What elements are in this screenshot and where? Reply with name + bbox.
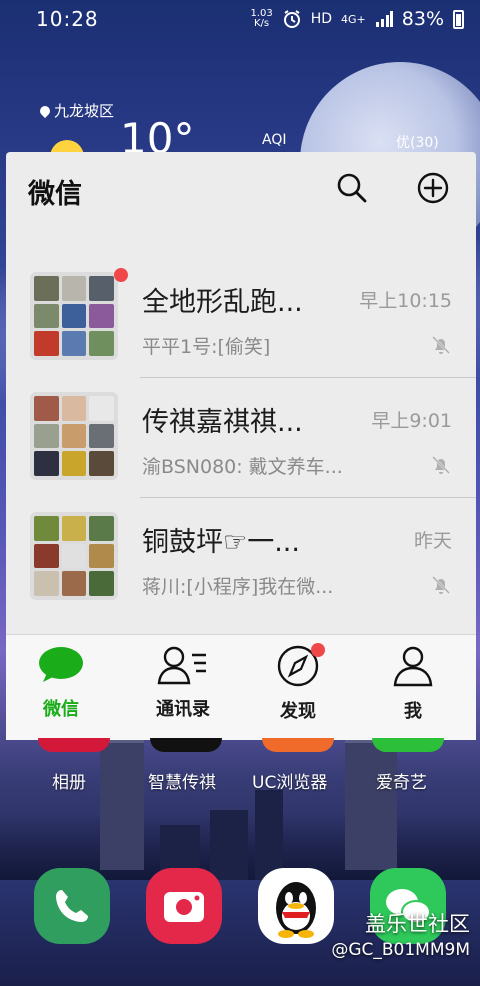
avatar-tile (34, 396, 59, 421)
battery-icon (453, 9, 464, 29)
status-bar: 10:28 1.03 K/s HD 4G+ 83% (0, 0, 480, 38)
wechat-widget: 微信 全地形乱跑... 早上10:15 平平1号:[偷笑] 传祺嘉祺祺... 早… (6, 152, 476, 740)
aqi-value: 优(30) (396, 135, 439, 151)
search-icon[interactable] (336, 172, 368, 204)
app-label[interactable]: 智慧传祺 (148, 768, 216, 793)
app-label[interactable]: 爱奇艺 (376, 768, 427, 793)
mute-bell-icon (432, 456, 450, 474)
avatar-tile (89, 543, 114, 569)
mute-bell-icon (432, 576, 450, 594)
chat-time: 早上9:01 (371, 410, 452, 432)
avatar-tile (61, 423, 87, 449)
camera-icon (164, 892, 204, 922)
avatar-tile (61, 303, 87, 329)
tab-label: 通讯录 (156, 699, 210, 720)
widget-title[interactable]: 微信 (28, 172, 82, 211)
tab-label: 微信 (43, 699, 79, 720)
avatar-tile (89, 331, 114, 356)
avatar-tile (34, 276, 59, 301)
weather-temperature[interactable]: 10° (120, 118, 194, 152)
avatar-tile (34, 423, 59, 449)
app-icon-smart-trumpchi[interactable] (150, 738, 222, 752)
tab-label: 发现 (280, 701, 316, 722)
network-speed: 1.03 K/s (250, 9, 272, 29)
chat-last-message: 蒋川:[小程序]我在微... (142, 576, 334, 598)
mute-bell-icon (432, 336, 450, 354)
avatar-tile (89, 303, 114, 329)
phone-icon (56, 890, 88, 922)
avatar-tile (61, 451, 87, 476)
signal-type: 4G+ (341, 12, 366, 26)
avatar-tile (89, 396, 114, 421)
avatar-tile (61, 543, 87, 569)
app-icon-uc-browser[interactable] (262, 738, 334, 752)
tab-label: 我 (404, 701, 422, 722)
watermark: 盖乐世社区 @GC_B01MM9M (300, 908, 470, 960)
widget-header: 微信 (6, 152, 476, 232)
network-speed-unit: K/s (254, 18, 270, 29)
chat-name: 全地形乱跑... (142, 287, 303, 318)
group-avatar (30, 272, 118, 360)
chat-time: 昨天 (413, 530, 452, 552)
avatar-tile (89, 276, 114, 301)
weather-location-label: 九龙坡区 (54, 102, 115, 120)
wallpaper-building (255, 790, 283, 880)
avatar-tile (89, 451, 114, 476)
group-avatar (30, 512, 118, 600)
avatar-tile (61, 276, 87, 301)
tab-me[interactable]: 我 (358, 645, 468, 737)
chat-last-message: 渝BSN080: 戴文养车... (142, 456, 343, 478)
location-pin-icon (37, 103, 53, 118)
weather-location[interactable]: 九龙坡区 (37, 100, 115, 121)
app-label[interactable]: 相册 (52, 768, 86, 793)
avatar-tile (61, 571, 87, 596)
avatar-tile (61, 396, 87, 421)
avatar-tile (34, 451, 59, 476)
alarm-icon (283, 10, 300, 28)
avatar-tile (61, 331, 87, 356)
person-icon (393, 646, 433, 687)
app-label[interactable]: UC浏览器 (252, 768, 327, 793)
dock-phone-icon[interactable] (34, 868, 110, 944)
tab-discover[interactable]: 发现 (243, 643, 353, 737)
tab-contacts[interactable]: 通讯录 (128, 645, 238, 737)
contacts-icon (157, 646, 206, 685)
dock-camera-icon[interactable] (146, 868, 222, 944)
avatar-tile (89, 516, 114, 541)
discover-badge (311, 643, 325, 657)
watermark-user: @GC_B01MM9M (331, 940, 470, 960)
avatar-tile (61, 516, 87, 541)
chat-name: 铜鼓坪☞一... (142, 527, 300, 558)
watermark-brand: 盖乐世社区 (365, 912, 470, 936)
bottom-tab-bar: 微信 通讯录 发现 我 (6, 634, 476, 740)
battery-percent: 83% (401, 8, 444, 30)
chat-time: 早上10:15 (359, 290, 452, 312)
avatar-tile (89, 423, 114, 449)
chat-row[interactable]: 铜鼓坪☞一... 昨天 蒋川:[小程序]我在微... (6, 497, 476, 618)
chat-list: 全地形乱跑... 早上10:15 平平1号:[偷笑] 传祺嘉祺祺... 早上9:… (6, 258, 476, 618)
unread-badge (114, 268, 128, 282)
chat-name: 传祺嘉祺祺... (142, 407, 303, 438)
avatar-tile (34, 543, 59, 569)
hd-indicator: HD (310, 11, 333, 27)
app-icon-album[interactable] (38, 738, 110, 752)
status-icons: 1.03 K/s HD 4G+ 83% (250, 8, 464, 30)
home-app-row: 相册 智慧传祺 UC浏览器 爱奇艺 (0, 738, 480, 798)
chat-last-message: 平平1号:[偷笑] (142, 336, 271, 358)
chat-row[interactable]: 传祺嘉祺祺... 早上9:01 渝BSN080: 戴文养车... (6, 377, 476, 498)
status-time: 10:28 (36, 7, 99, 31)
group-avatar (30, 392, 118, 480)
signal-icon (375, 11, 393, 27)
avatar-tile (89, 571, 114, 596)
aqi-label: AQI (262, 132, 287, 148)
chat-bubble-icon (39, 647, 83, 682)
avatar-tile (34, 331, 59, 356)
avatar-tile (34, 516, 59, 541)
chat-row[interactable]: 全地形乱跑... 早上10:15 平平1号:[偷笑] (6, 258, 476, 378)
add-icon[interactable] (417, 172, 449, 204)
app-icon-iqiyi[interactable] (372, 738, 444, 752)
avatar-tile (34, 571, 59, 596)
avatar-tile (34, 303, 59, 329)
tab-chats[interactable]: 微信 (6, 645, 116, 737)
